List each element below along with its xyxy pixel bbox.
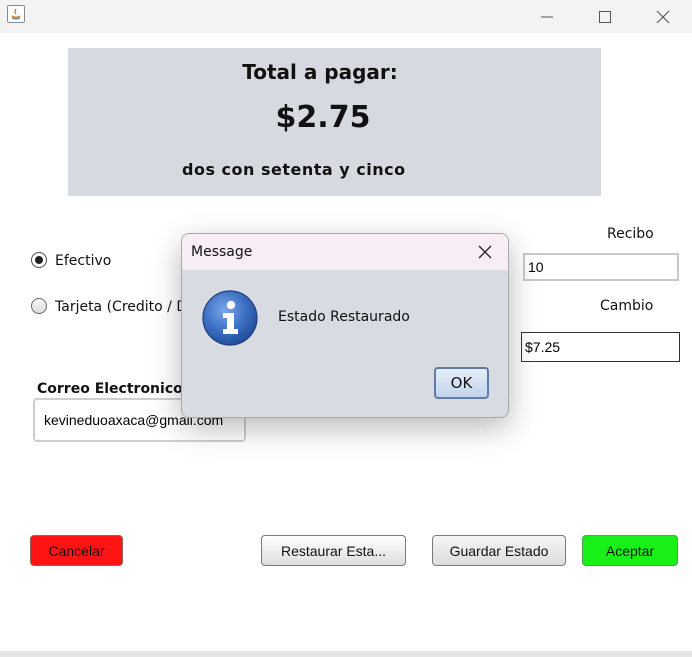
total-amount-words: dos con setenta y cinco (182, 160, 406, 179)
dialog-title: Message (191, 244, 253, 260)
accept-button[interactable]: Aceptar (582, 535, 678, 566)
dialog-message: Estado Restaurado (278, 309, 410, 325)
window-bottom-edge (0, 651, 692, 657)
java-app-icon (7, 5, 25, 23)
radio-tarjeta[interactable] (31, 298, 47, 314)
recibo-label: Recibo (607, 226, 654, 242)
close-icon (478, 245, 492, 259)
dialog-close-button[interactable] (476, 243, 494, 261)
minimize-button[interactable] (518, 0, 576, 33)
maximize-button[interactable] (576, 0, 634, 33)
cambio-field[interactable]: $7.25 (521, 332, 680, 362)
radio-button-selected[interactable] (31, 252, 47, 268)
radio-label-efectivo[interactable]: Efectivo (55, 253, 111, 269)
recibo-input[interactable]: 10 (523, 253, 679, 281)
total-amount: $2.75 (275, 100, 371, 135)
restore-state-button[interactable]: Restaurar Esta... (261, 535, 406, 566)
maximize-icon (599, 10, 611, 23)
radio-label-tarjeta[interactable]: Tarjeta (Credito / De (55, 299, 196, 315)
save-state-button[interactable]: Guardar Estado (432, 535, 566, 566)
email-label: Correo Electronico (37, 381, 183, 397)
radio-efectivo[interactable] (31, 252, 47, 268)
ok-button[interactable]: OK (434, 367, 489, 399)
message-dialog: Message Estado Restaurado OK (181, 233, 509, 418)
minimize-icon (541, 16, 553, 17)
info-icon (201, 289, 259, 347)
close-window-button[interactable] (634, 0, 692, 33)
radio-button-unselected[interactable] (31, 298, 47, 314)
cancel-button[interactable]: Cancelar (30, 535, 123, 566)
close-icon (656, 10, 670, 23)
cambio-label: Cambio (600, 298, 654, 314)
total-title: Total a pagar: (242, 60, 398, 84)
window-titlebar (0, 0, 692, 33)
